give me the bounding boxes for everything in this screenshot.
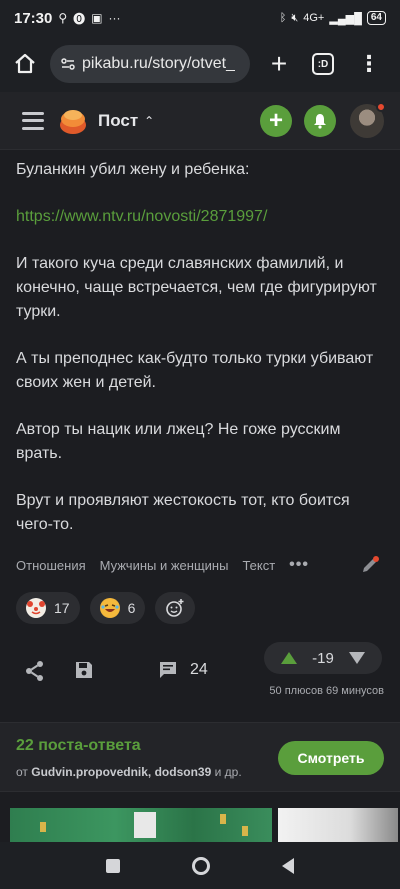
notification-dot: [376, 101, 386, 112]
pinterest-icon: ⓿: [73, 11, 86, 26]
downvote-icon[interactable]: [348, 651, 366, 665]
laughing-emoji-icon: [99, 598, 120, 618]
save-button[interactable]: [74, 660, 94, 685]
from-label: от: [16, 765, 28, 779]
bluetooth-icon: ᛒ: [279, 12, 287, 24]
page-title[interactable]: Пост: [98, 111, 138, 131]
comments-icon: [160, 662, 176, 678]
bell-icon: [314, 113, 326, 129]
comments-count: 24: [190, 661, 208, 678]
home-icon: [15, 53, 35, 74]
circuit-board-image: [10, 808, 272, 842]
site-header: Пост ⌃ +: [0, 92, 400, 150]
reaction-count: 17: [54, 600, 70, 616]
post-paragraph: Врут и проявляют жестокость тот, кто бои…: [16, 492, 350, 533]
more-tags-button[interactable]: •••: [289, 556, 309, 574]
pencil-icon[interactable]: [360, 555, 380, 575]
new-tab-button[interactable]: +: [264, 49, 294, 79]
next-post-preview[interactable]: [10, 808, 400, 842]
clown-emoji-icon: [26, 598, 46, 618]
recent-apps-icon[interactable]: [106, 858, 120, 873]
tab-switcher-button[interactable]: :D: [312, 53, 334, 75]
post-paragraph: Буланкин убил жену и ребенка:: [16, 161, 250, 178]
reaction-laughing[interactable]: 6: [89, 592, 146, 624]
system-icons: ᛒ 🔇︎ 4G+ ▂▄▆█ 64: [280, 11, 386, 25]
post-tags: Отношения Мужчины и женщины Текст •••: [16, 556, 384, 574]
rating-value: -19: [312, 649, 334, 667]
signal-icon: ▂▄▆█: [329, 12, 362, 25]
share-icon: [26, 661, 43, 681]
post-link[interactable]: https://www.ntv.ru/novosti/2871997/: [16, 205, 384, 229]
others-label: и др.: [214, 765, 242, 779]
browser-toolbar: pikabu.ru/story/otvet_ + :D ⋮: [0, 36, 400, 92]
upvote-icon[interactable]: [280, 651, 298, 665]
post-actions: 24 -19 50 плюсов 69 минусов: [0, 642, 400, 702]
status-bar: 17:30 ⚲ ⓿ ▣ ··· ᛒ 🔇︎ 4G+ ▂▄▆█ 64: [0, 0, 400, 36]
home-circle-icon[interactable]: [192, 856, 210, 875]
answer-posts-authors: от Gudvin.propovednik, dodson39 и др.: [16, 765, 242, 779]
post-paragraph: И такого куча среди славянских фамилий, …: [16, 255, 377, 320]
system-navigation-bar: [0, 842, 400, 889]
notification-icons: ⚲ ⓿ ▣ ···: [58, 10, 120, 27]
tag-link[interactable]: Отношения: [16, 558, 86, 573]
reaction-clown[interactable]: 17: [16, 592, 80, 624]
comments-button[interactable]: 24: [158, 660, 208, 680]
pikabu-logo[interactable]: [58, 107, 88, 135]
vk-icon: ▣: [91, 11, 103, 25]
reactions-bar: 17 6: [16, 592, 196, 624]
add-emoji-icon: [166, 599, 184, 617]
search-notification-icon: ⚲: [58, 11, 68, 25]
status-time: 17:30: [14, 9, 53, 27]
votes-breakdown: 50 плюсов 69 минусов: [269, 685, 384, 697]
address-bar[interactable]: pikabu.ru/story/otvet_: [50, 45, 250, 83]
hamburger-menu-icon[interactable]: [22, 111, 44, 130]
more-notifications-icon: ···: [108, 11, 121, 25]
answer-posts-block: 22 поста-ответа от Gudvin.propovednik, d…: [0, 722, 400, 792]
answer-posts-title[interactable]: 22 поста-ответа: [16, 737, 141, 755]
notifications-button[interactable]: [304, 104, 336, 137]
back-icon[interactable]: [282, 857, 294, 874]
post-paragraph: А ты преподнес как-будто только турки уб…: [16, 350, 374, 391]
network-label: 4G+: [303, 12, 325, 24]
preview-image: [278, 808, 398, 842]
post-body: Буланкин убил жену и ребенка: https://ww…: [16, 150, 384, 537]
create-post-button[interactable]: +: [260, 104, 292, 137]
browser-menu-button[interactable]: ⋮: [358, 53, 380, 75]
url-text: pikabu.ru/story/otvet_: [82, 55, 235, 72]
share-button[interactable]: [24, 660, 46, 687]
mute-icon: 🔇︎: [291, 11, 299, 24]
add-reaction-button[interactable]: [155, 592, 196, 624]
view-answers-button[interactable]: Смотреть: [278, 741, 384, 775]
rating-widget: -19: [264, 642, 382, 674]
chevron-up-icon[interactable]: ⌃: [144, 114, 154, 128]
battery-icon: 64: [366, 11, 386, 25]
tag-link[interactable]: Мужчины и женщины: [100, 558, 229, 573]
home-button[interactable]: [10, 49, 40, 79]
authors-list[interactable]: Gudvin.propovednik, dodson39: [31, 765, 211, 779]
save-icon: [76, 662, 92, 678]
post-paragraph: Автор ты нацик или лжец? Не гоже русским…: [16, 421, 341, 462]
tag-link[interactable]: Текст: [242, 558, 275, 573]
site-settings-icon[interactable]: [60, 56, 76, 72]
avatar[interactable]: [350, 101, 386, 138]
reaction-count: 6: [127, 600, 136, 616]
